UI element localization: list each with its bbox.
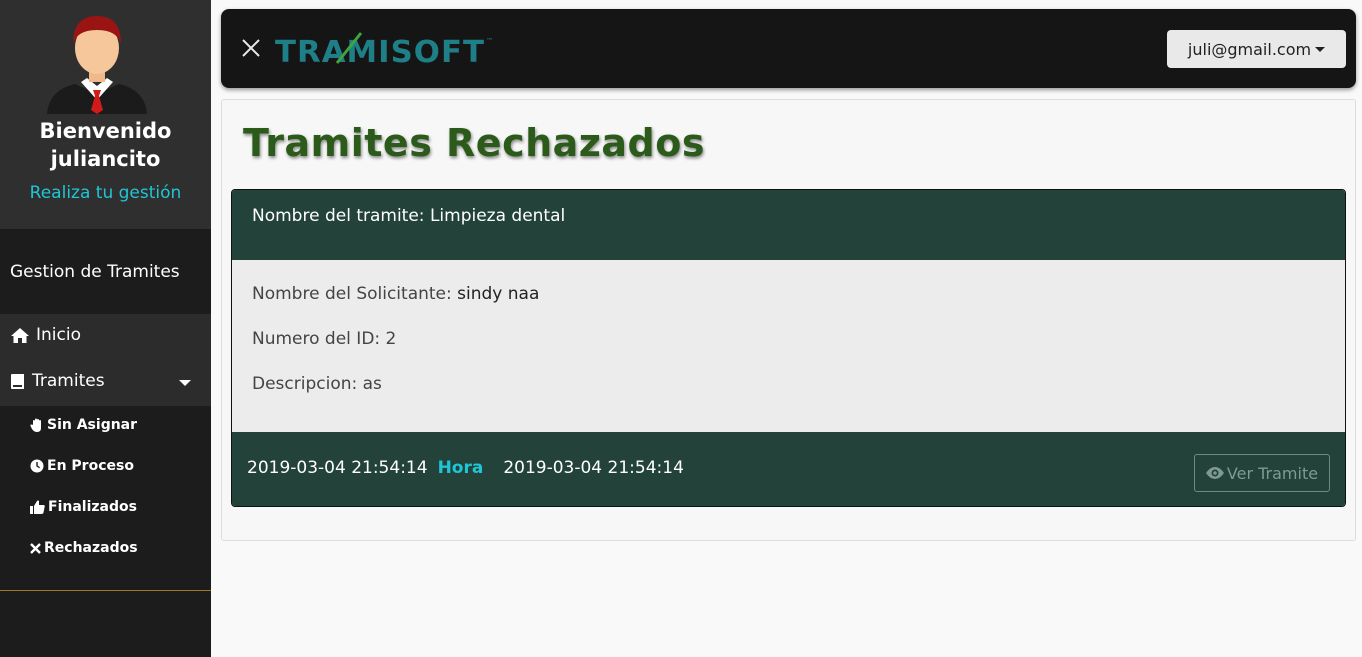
nav-item-tramites-label: Tramites <box>32 371 105 391</box>
sidebar-item-finalizados[interactable]: Finalizados <box>30 499 137 515</box>
sidebar-item-rechazados-label: Rechazados <box>44 540 138 556</box>
sidebar-divider <box>0 590 211 591</box>
eye-icon <box>1205 467 1224 479</box>
username: juliancito <box>50 147 161 171</box>
thumbs-up-icon <box>30 500 45 514</box>
id-value: 2 <box>385 329 397 349</box>
user-menu-button[interactable]: juli@gmail.com <box>1167 30 1346 68</box>
solicitante-value: sindy naa <box>457 284 540 304</box>
tramite-name-row: Nombre del tramite: Limpieza dental <box>252 206 565 226</box>
welcome-text: Bienvenido juliancito <box>0 117 211 173</box>
tramite-card: Nombre del tramite: Limpieza dental Nomb… <box>231 189 1346 507</box>
ver-tramite-label: Ver Tramite <box>1226 463 1319 483</box>
fecha-inicio: 2019-03-04 21:54:14 <box>247 458 428 478</box>
sidebar-item-en-proceso[interactable]: En Proceso <box>30 458 134 474</box>
book-icon <box>11 373 24 389</box>
logo-text: TRAMISOFT <box>275 35 485 67</box>
id-row: Numero del ID: 2 <box>252 329 396 349</box>
tramisoft-logo[interactable]: TRAMISOFT ™ <box>275 31 500 67</box>
id-label: Numero del ID: <box>252 329 386 349</box>
chevron-down-icon <box>1315 46 1326 52</box>
card-dates: 2019-03-04 21:54:14 Hora 2019-03-04 21:5… <box>247 458 684 478</box>
chevron-down-icon[interactable] <box>179 380 191 386</box>
svg-text:™: ™ <box>486 37 493 45</box>
sidebar-item-en-proceso-label: En Proceso <box>47 458 134 474</box>
nav-item-inicio-label: Inicio <box>36 325 81 345</box>
close-icon[interactable] <box>240 37 262 59</box>
welcome-title: Bienvenido <box>39 119 172 143</box>
descripcion-value: as <box>362 374 382 394</box>
section-title: Gestion de Tramites <box>0 229 211 314</box>
ver-tramite-button[interactable]: Ver Tramite <box>1194 454 1330 492</box>
hand-icon <box>30 418 41 432</box>
user-email: juli@gmail.com <box>1187 39 1312 59</box>
sidebar-item-rechazados[interactable]: Rechazados <box>30 540 138 556</box>
page-title: Tramites Rechazados <box>243 121 705 165</box>
solicitante-label: Nombre del Solicitante: <box>252 284 458 304</box>
fecha-fin: 2019-03-04 21:54:14 <box>503 458 684 478</box>
user-avatar-icon <box>47 16 147 114</box>
section-title-label: Gestion de Tramites <box>10 262 180 282</box>
hora-label: Hora <box>437 458 484 478</box>
clock-icon <box>30 459 44 473</box>
sidebar-item-finalizados-label: Finalizados <box>48 499 137 515</box>
close-icon <box>30 542 41 554</box>
top-navbar: TRAMISOFT ™ juli@gmail.com <box>221 9 1356 88</box>
nav-item-tramites[interactable]: Tramites <box>10 371 105 391</box>
nav-item-inicio[interactable]: Inicio <box>10 325 81 345</box>
sidebar-item-sin-asignar[interactable]: Sin Asignar <box>30 417 137 433</box>
welcome-subtitle: Realiza tu gestión <box>29 183 182 203</box>
profile-panel: Bienvenido juliancito Realiza tu gestión <box>0 0 211 229</box>
descripcion-row: Descripcion: as <box>252 374 382 394</box>
home-icon <box>11 327 29 343</box>
card-footer: 2019-03-04 21:54:14 Hora 2019-03-04 21:5… <box>232 432 1345 506</box>
card-header: Nombre del tramite: Limpieza dental <box>232 190 1345 260</box>
sidebar: Bienvenido juliancito Realiza tu gestión… <box>0 0 211 657</box>
tramite-name-label: Nombre del tramite: <box>252 206 430 226</box>
solicitante-row: Nombre del Solicitante: sindy naa <box>252 284 539 304</box>
sidebar-item-sin-asignar-label: Sin Asignar <box>47 417 138 433</box>
descripcion-label: Descripcion: <box>252 374 363 394</box>
tramite-name-value: Limpieza dental <box>429 206 566 226</box>
